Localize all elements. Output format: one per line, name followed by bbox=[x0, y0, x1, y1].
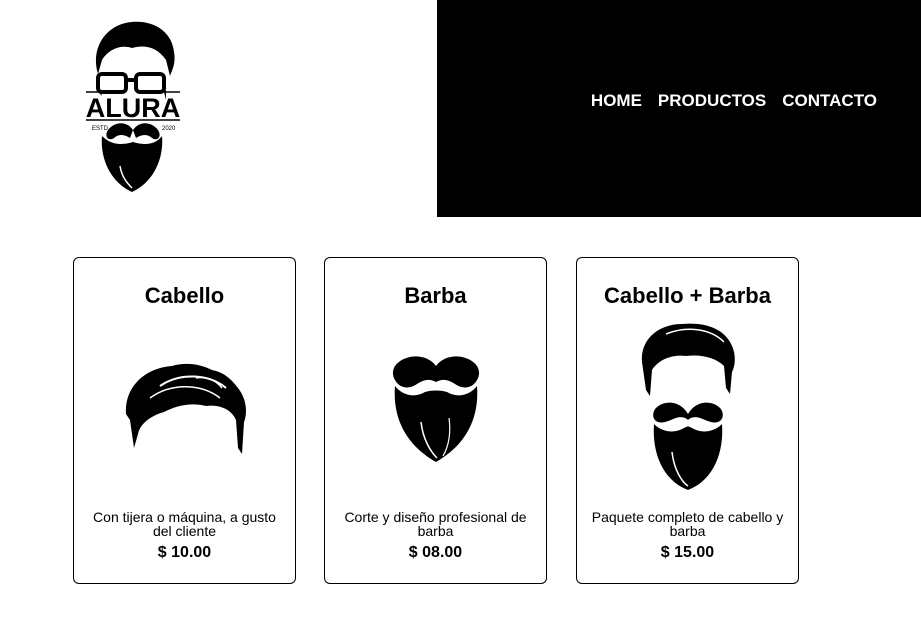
product-description: Con tijera o máquina, a gusto del client… bbox=[93, 509, 276, 539]
nav-productos[interactable]: PRODUCTOS bbox=[658, 91, 766, 111]
product-price: $ 08.00 bbox=[408, 544, 463, 561]
logo-estd: ESTD bbox=[92, 126, 109, 132]
logo-text: ALURA bbox=[86, 93, 181, 123]
logo-year: 2020 bbox=[162, 126, 176, 132]
nav-home[interactable]: HOME bbox=[591, 91, 642, 111]
barber-logo-icon: ALURA ESTD 2020 bbox=[86, 21, 181, 192]
hair-beard-icon bbox=[577, 320, 798, 492]
product-title: Barba bbox=[404, 283, 467, 308]
product-card-cabello-barba[interactable]: Cabello + Barba Paquete completo de cabe… bbox=[576, 257, 799, 584]
header-nav-band: HOME PRODUCTOS CONTACTO bbox=[437, 0, 921, 217]
beard-icon bbox=[325, 352, 546, 464]
product-price: $ 15.00 bbox=[660, 544, 715, 561]
product-card-cabello[interactable]: Cabello Con tijera o máquina, a gusto de… bbox=[73, 257, 296, 584]
hair-icon bbox=[74, 358, 295, 458]
product-description: Paquete completo de cabello y barba bbox=[591, 509, 784, 539]
product-description: Corte y diseño profesional de barba bbox=[344, 509, 527, 539]
product-card-barba[interactable]: Barba Corte y diseño profesional de barb… bbox=[324, 257, 547, 584]
product-title: Cabello + Barba bbox=[604, 283, 771, 308]
product-title: Cabello bbox=[144, 283, 225, 308]
main-nav: HOME PRODUCTOS CONTACTO bbox=[591, 91, 877, 111]
alura-logo[interactable]: ALURA ESTD 2020 bbox=[80, 18, 186, 196]
product-price: $ 10.00 bbox=[157, 544, 212, 561]
nav-contacto[interactable]: CONTACTO bbox=[782, 91, 877, 111]
